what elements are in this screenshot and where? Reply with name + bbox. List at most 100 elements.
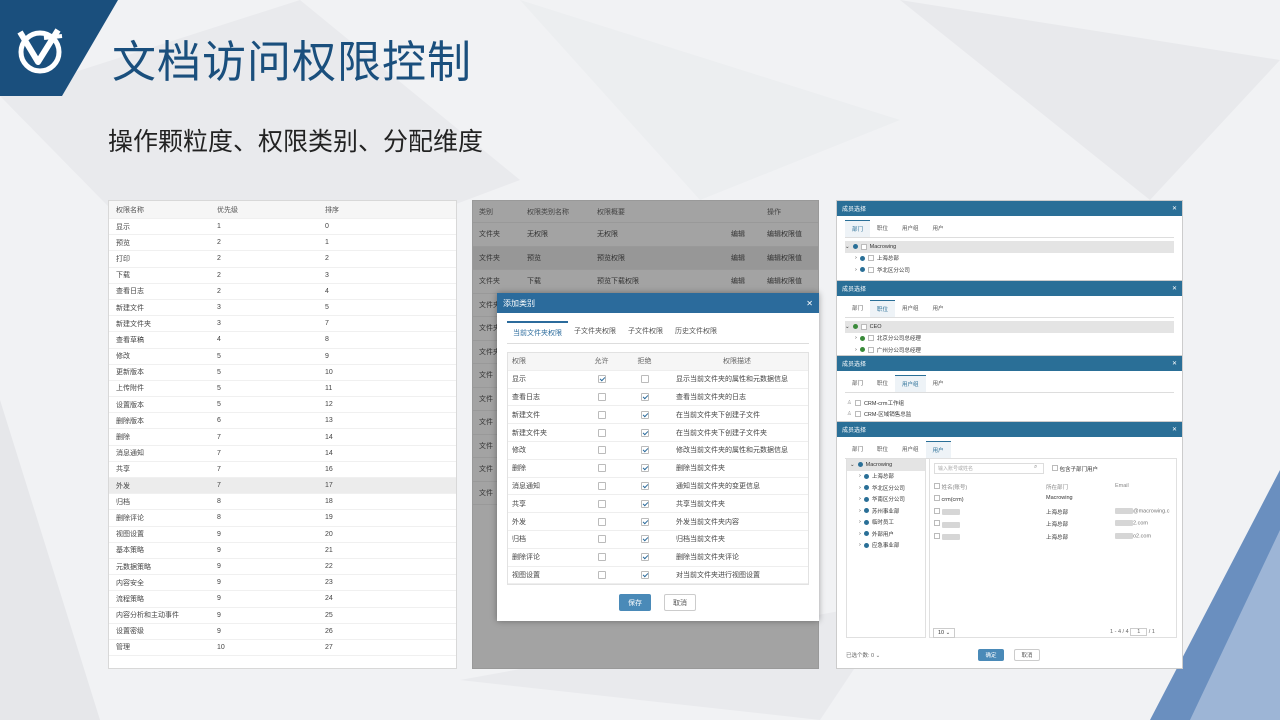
allow-checkbox[interactable] — [597, 570, 606, 579]
group-item[interactable]: ♙ CRM-区域销售总监 — [847, 409, 1172, 421]
action-link[interactable]: 编辑 — [731, 276, 767, 286]
tab-dept[interactable]: 部门 — [845, 441, 870, 458]
allow-checkbox[interactable] — [597, 410, 606, 419]
deny-checkbox[interactable] — [640, 428, 649, 437]
tree-node[interactable]: ⌄ Macrowing — [847, 459, 925, 471]
tab-group[interactable]: 用户组 — [895, 220, 926, 237]
table-row[interactable]: 设置版本 5 12 — [109, 397, 456, 414]
tree-node[interactable]: › 应急事业部 — [847, 540, 925, 552]
table-row[interactable]: 删除评论 8 19 — [109, 510, 456, 527]
close-icon[interactable]: ✕ — [1172, 285, 1177, 292]
tab-0[interactable]: 当前文件夹权限 — [507, 321, 568, 343]
table-row[interactable]: 新建文件夹 3 7 — [109, 316, 456, 333]
tab-position[interactable]: 职位 — [870, 441, 895, 458]
allow-checkbox[interactable] — [597, 375, 606, 384]
tree-node[interactable]: › 华北区分公司 — [845, 264, 1174, 276]
table-row[interactable]: 修改 5 9 — [109, 349, 456, 365]
allow-checkbox[interactable] — [597, 553, 606, 562]
allow-checkbox[interactable] — [597, 446, 606, 455]
tree-node[interactable]: › 上海总部 — [847, 471, 925, 483]
tree-node[interactable]: › 上海总部 — [845, 253, 1174, 265]
allow-checkbox[interactable] — [597, 535, 606, 544]
tab-1[interactable]: 子文件夹权限 — [568, 321, 622, 343]
page-size-select[interactable]: 10 ⌄ — [933, 628, 956, 638]
action-link[interactable]: 编辑权限值 — [767, 253, 818, 263]
user-name-cell[interactable]: crm(crm) — [934, 495, 964, 503]
tree-node[interactable]: › 华北区分公司 — [847, 482, 925, 494]
table-row[interactable]: 元数据策略 9 22 — [109, 559, 456, 576]
table-row[interactable]: 文件夹 无权限 无权限 编辑 编辑权限值 — [473, 223, 818, 247]
tab-position[interactable]: 职位 — [870, 300, 896, 317]
tab-user[interactable]: 用户 — [926, 375, 951, 392]
tree-node[interactable]: › 苏州事业部 — [847, 505, 925, 517]
deny-checkbox[interactable] — [640, 410, 649, 419]
row-checkbox[interactable] — [934, 520, 940, 526]
tab-group[interactable]: 用户组 — [895, 375, 926, 392]
table-row[interactable]: 管理 10 27 — [109, 640, 456, 657]
deny-checkbox[interactable] — [640, 517, 649, 526]
include-sub-checkbox[interactable]: 包含子部门用户 — [1052, 465, 1098, 473]
tab-user[interactable]: 用户 — [925, 441, 951, 458]
tab-group[interactable]: 用户组 — [895, 441, 926, 458]
allow-checkbox[interactable] — [597, 464, 606, 473]
tab-user[interactable]: 用户 — [926, 220, 951, 237]
table-row[interactable]: 更新版本 5 10 — [109, 365, 456, 381]
table-row[interactable]: 内容分析和主动事件 9 25 — [109, 608, 456, 624]
table-row[interactable]: 删除版本 6 13 — [109, 413, 456, 430]
table-row[interactable]: 流程策略 9 24 — [109, 591, 456, 608]
table-row[interactable]: 查看草稿 4 8 — [109, 332, 456, 349]
table-row[interactable]: 视图设置 9 20 — [109, 527, 456, 543]
deny-checkbox[interactable] — [640, 392, 649, 401]
search-icon[interactable]: ⌕ — [1034, 464, 1037, 471]
confirm-button[interactable]: 确定 — [978, 649, 1004, 661]
table-row[interactable]: 外发 7 17 — [109, 478, 456, 495]
cancel-button[interactable]: 取消 — [1014, 649, 1040, 661]
page-input[interactable]: 1 — [1130, 628, 1148, 636]
allow-checkbox[interactable] — [597, 392, 606, 401]
table-row[interactable]: 预览 2 1 — [109, 235, 456, 252]
deny-checkbox[interactable] — [640, 464, 649, 473]
allow-checkbox[interactable] — [597, 481, 606, 490]
user-name-cell[interactable] — [934, 532, 960, 541]
action-link[interactable]: 编辑 — [731, 253, 767, 263]
tree-node[interactable]: ⌄ CEO — [845, 321, 1174, 333]
action-link[interactable]: 编辑权限值 — [767, 276, 818, 286]
tree-node[interactable]: ⌄ Macrowing — [845, 241, 1174, 253]
table-row[interactable]: 设置密级 9 26 — [109, 624, 456, 640]
tab-user[interactable]: 用户 — [926, 300, 951, 317]
deny-checkbox[interactable] — [640, 481, 649, 490]
deny-checkbox[interactable] — [640, 446, 649, 455]
cancel-button[interactable]: 取消 — [664, 594, 696, 611]
tab-position[interactable]: 职位 — [870, 220, 895, 237]
tab-position[interactable]: 职位 — [870, 375, 895, 392]
allow-checkbox[interactable] — [597, 517, 606, 526]
table-row[interactable]: 上传附件 5 11 — [109, 381, 456, 398]
table-row[interactable]: 消息通知 7 14 — [109, 446, 456, 462]
save-button[interactable]: 保存 — [619, 594, 651, 611]
group-item[interactable]: ♙ CRM-crm工作组 — [847, 397, 1172, 409]
action-link[interactable]: 编辑权限值 — [767, 229, 818, 239]
tab-dept[interactable]: 部门 — [845, 375, 870, 392]
deny-checkbox[interactable] — [640, 553, 649, 562]
selected-count[interactable]: 已选个数: 0 ⌄ — [846, 651, 880, 659]
table-row[interactable]: 归档 8 18 — [109, 494, 456, 511]
action-link[interactable]: 编辑 — [731, 229, 767, 239]
tree-node[interactable]: › 北京分公司总经理 — [845, 333, 1174, 345]
user-name-cell[interactable] — [934, 520, 960, 528]
tab-3[interactable]: 历史文件权限 — [669, 321, 723, 343]
allow-checkbox[interactable] — [597, 428, 606, 437]
tree-node[interactable]: › 临时员工 — [847, 517, 925, 529]
row-checkbox[interactable] — [934, 532, 940, 539]
table-row[interactable]: 文件夹 下载 预览下载权限 编辑 编辑权限值 — [473, 270, 818, 294]
close-icon[interactable]: ✕ — [1172, 360, 1177, 367]
deny-checkbox[interactable] — [640, 535, 649, 544]
row-checkbox[interactable] — [934, 507, 940, 514]
tree-node[interactable]: › 华南区分公司 — [847, 494, 925, 506]
tab-group[interactable]: 用户组 — [895, 300, 926, 317]
close-icon[interactable]: ✕ — [806, 299, 813, 308]
search-input[interactable]: 输入账号或姓名 — [934, 463, 1044, 474]
table-row[interactable]: 内容安全 9 23 — [109, 575, 456, 592]
table-row[interactable]: 打印 2 2 — [109, 251, 456, 268]
deny-checkbox[interactable] — [640, 499, 649, 508]
tab-dept[interactable]: 部门 — [845, 300, 870, 317]
